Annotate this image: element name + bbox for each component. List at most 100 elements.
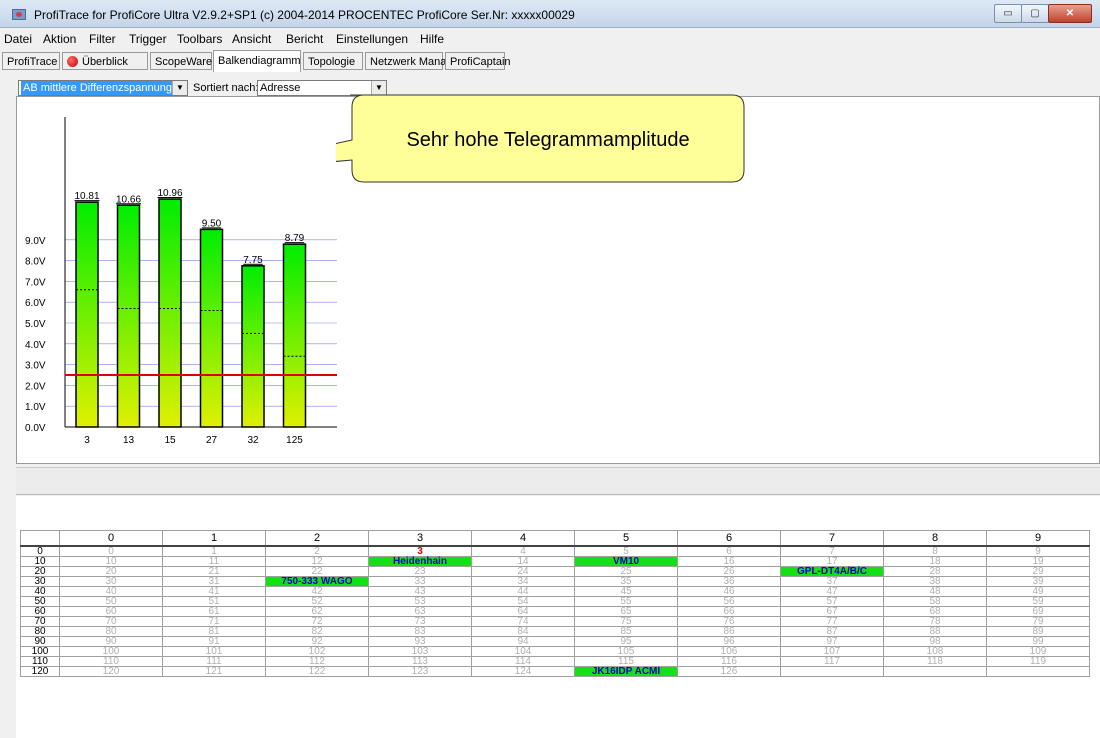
address-cell[interactable]: 59 [986, 596, 1090, 607]
address-cell[interactable]: 23 [368, 566, 472, 577]
tab-profitrace[interactable]: ProfiTrace [2, 52, 60, 70]
address-cell[interactable]: 92 [265, 636, 369, 647]
address-cell[interactable]: 33 [368, 576, 472, 587]
address-cell[interactable]: 105 [574, 646, 678, 657]
address-cell[interactable]: 16 [677, 556, 781, 567]
address-cell[interactable]: 95 [574, 636, 678, 647]
address-cell[interactable]: 106 [677, 646, 781, 657]
address-cell[interactable]: 55 [574, 596, 678, 607]
address-cell[interactable]: 80 [59, 626, 163, 637]
menu-datei[interactable]: Datei [4, 32, 32, 46]
address-cell[interactable]: 60 [59, 606, 163, 617]
address-cell[interactable]: 111 [162, 656, 266, 667]
address-cell[interactable] [780, 666, 884, 677]
address-cell[interactable]: 40 [59, 586, 163, 597]
chevron-down-icon[interactable]: ▼ [172, 81, 187, 95]
address-cell[interactable]: 76 [677, 616, 781, 627]
address-cell[interactable]: 103 [368, 646, 472, 657]
menu-einstellungen[interactable]: Einstellungen [336, 32, 408, 46]
address-cell[interactable]: 93 [368, 636, 472, 647]
address-cell[interactable]: 114 [471, 656, 575, 667]
address-cell[interactable]: 49 [986, 586, 1090, 597]
address-cell[interactable]: 94 [471, 636, 575, 647]
address-cell[interactable]: 89 [986, 626, 1090, 637]
address-cell[interactable]: 86 [677, 626, 781, 637]
address-cell[interactable]: 42 [265, 586, 369, 597]
address-cell[interactable]: 119 [986, 656, 1090, 667]
address-cell[interactable]: 47 [780, 586, 884, 597]
menu-hilfe[interactable]: Hilfe [420, 32, 444, 46]
address-cell[interactable]: 36 [677, 576, 781, 587]
address-cell[interactable]: 57 [780, 596, 884, 607]
address-cell[interactable]: 79 [986, 616, 1090, 627]
address-cell[interactable]: 85 [574, 626, 678, 637]
address-cell[interactable]: 101 [162, 646, 266, 657]
menu-trigger[interactable]: Trigger [129, 32, 167, 46]
address-cell[interactable]: 117 [780, 656, 884, 667]
address-cell[interactable]: 66 [677, 606, 781, 617]
address-cell[interactable]: 104 [471, 646, 575, 657]
address-cell[interactable]: 19 [986, 556, 1090, 567]
address-cell[interactable]: 48 [883, 586, 987, 597]
address-cell[interactable]: 108 [883, 646, 987, 657]
address-cell[interactable]: 122 [265, 666, 369, 677]
tab-balkendiagramm[interactable]: Balkendiagramm [213, 50, 301, 72]
tab-scopeware[interactable]: ScopeWare [150, 52, 212, 70]
address-cell[interactable]: 69 [986, 606, 1090, 617]
address-cell[interactable]: 29 [986, 566, 1090, 577]
address-cell[interactable]: 10 [59, 556, 163, 567]
menu-toolbars[interactable]: Toolbars [177, 32, 222, 46]
address-cell[interactable]: 100 [59, 646, 163, 657]
address-cell[interactable]: 1 [162, 545, 266, 557]
address-cell[interactable]: 77 [780, 616, 884, 627]
address-cell[interactable]: 109 [986, 646, 1090, 657]
address-cell[interactable]: 97 [780, 636, 884, 647]
address-cell[interactable]: 84 [471, 626, 575, 637]
address-cell[interactable]: 116 [677, 656, 781, 667]
address-cell[interactable]: 75 [574, 616, 678, 627]
address-cell[interactable]: 17 [780, 556, 884, 567]
address-cell[interactable]: 115 [574, 656, 678, 667]
tab-netzwerk-manager[interactable]: Netzwerk Manager [365, 52, 462, 70]
address-cell[interactable]: 124 [471, 666, 575, 677]
address-cell[interactable]: 91 [162, 636, 266, 647]
address-cell[interactable] [883, 666, 987, 677]
address-cell[interactable]: 30 [59, 576, 163, 587]
address-cell[interactable]: 22 [265, 566, 369, 577]
address-cell[interactable]: JK16IDP ACMI [574, 666, 678, 677]
address-cell[interactable]: 74 [471, 616, 575, 627]
address-cell[interactable]: VM10 [574, 556, 678, 567]
address-cell[interactable]: 41 [162, 586, 266, 597]
address-cell[interactable]: 61 [162, 606, 266, 617]
address-cell[interactable]: 118 [883, 656, 987, 667]
address-cell[interactable]: 39 [986, 576, 1090, 587]
address-cell[interactable]: 38 [883, 576, 987, 587]
tab-ueberblick[interactable]: Überblick [62, 52, 148, 70]
address-cell[interactable]: 0 [59, 545, 163, 557]
close-button[interactable]: ✕ [1048, 4, 1092, 23]
address-cell[interactable]: 98 [883, 636, 987, 647]
address-cell[interactable]: 7 [780, 545, 884, 557]
address-cell[interactable]: 35 [574, 576, 678, 587]
address-cell[interactable]: 53 [368, 596, 472, 607]
address-cell[interactable]: 126 [677, 666, 781, 677]
address-cell[interactable]: 11 [162, 556, 266, 567]
address-cell[interactable]: 21 [162, 566, 266, 577]
address-cell[interactable]: 20 [59, 566, 163, 577]
address-cell[interactable]: 112 [265, 656, 369, 667]
address-cell[interactable]: 52 [265, 596, 369, 607]
tab-proficaptain[interactable]: ProfiCaptain [445, 52, 511, 70]
measure-select[interactable]: AB mittlere Differenzspannung ▼ [18, 80, 188, 96]
address-cell[interactable]: 37 [780, 576, 884, 587]
menu-filter[interactable]: Filter [89, 32, 116, 46]
address-cell[interactable]: 34 [471, 576, 575, 587]
address-cell[interactable]: 68 [883, 606, 987, 617]
address-cell[interactable]: 750-333 WAGO [265, 576, 369, 587]
address-cell[interactable]: 63 [368, 606, 472, 617]
address-cell[interactable]: 54 [471, 596, 575, 607]
address-cell[interactable]: 64 [471, 606, 575, 617]
chevron-down-icon[interactable]: ▼ [371, 81, 386, 95]
address-cell[interactable]: 43 [368, 586, 472, 597]
address-cell[interactable]: 99 [986, 636, 1090, 647]
address-cell[interactable]: 113 [368, 656, 472, 667]
